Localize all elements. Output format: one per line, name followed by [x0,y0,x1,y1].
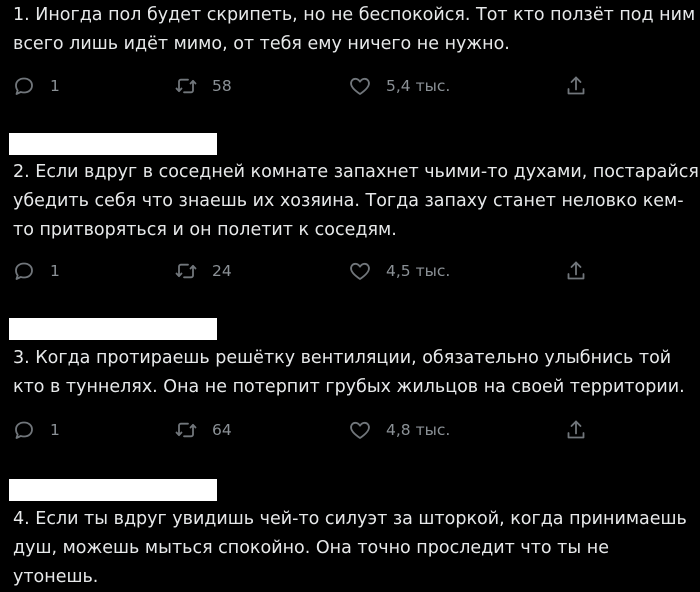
tweet-1-text: 1. Иногда пол будет скрипеть, но не бесп… [13,5,696,54]
reply-button[interactable]: 1 [12,71,60,101]
share-button[interactable] [564,256,588,286]
share-icon [567,420,585,439]
reply-icon [15,421,33,439]
retweet-icon [175,263,197,279]
tweet-3-text: 3. Когда протираешь решётку вентиляции, … [13,348,685,397]
retweet-button[interactable]: 58 [174,71,232,101]
redacted-block [9,133,217,155]
like-button[interactable]: 5,4 тыс. [348,71,450,101]
retweet-icon [175,78,197,94]
retweet-button[interactable]: 64 [174,415,232,445]
like-button[interactable]: 4,5 тыс. [348,256,450,286]
like-button[interactable]: 4,8 тыс. [348,415,450,445]
reply-button[interactable]: 1 [12,415,60,445]
heart-icon [350,262,370,280]
share-icon [567,261,585,280]
retweet-button[interactable]: 24 [174,256,232,286]
retweet-count: 64 [212,421,232,439]
tweet-3-actions: 1 64 4,8 тыс. [0,415,700,445]
heart-icon [350,77,370,95]
share-button[interactable] [564,71,588,101]
share-button[interactable] [564,415,588,445]
reply-count: 1 [50,77,60,95]
tweet-2-text: 2. Если вдруг в соседней комнате запахне… [13,162,699,240]
retweet-count: 58 [212,77,232,95]
redacted-block [9,479,217,501]
reply-icon [15,262,33,280]
share-icon [567,76,585,95]
reply-count: 1 [50,262,60,280]
tweet-1-actions: 1 58 5,4 тыс. [0,71,700,101]
reply-count: 1 [50,421,60,439]
retweet-icon [175,422,197,438]
reply-button[interactable]: 1 [12,256,60,286]
tweet-4-text: 4. Если ты вдруг увидишь чей-то силуэт з… [13,509,687,587]
like-count: 5,4 тыс. [386,77,451,95]
like-count: 4,8 тыс. [386,421,451,439]
reply-icon [15,77,33,95]
like-count: 4,5 тыс. [386,262,451,280]
heart-icon [350,421,370,439]
tweet-2-actions: 1 24 4,5 тыс. [0,256,700,286]
retweet-count: 24 [212,262,232,280]
redacted-block [9,318,217,340]
